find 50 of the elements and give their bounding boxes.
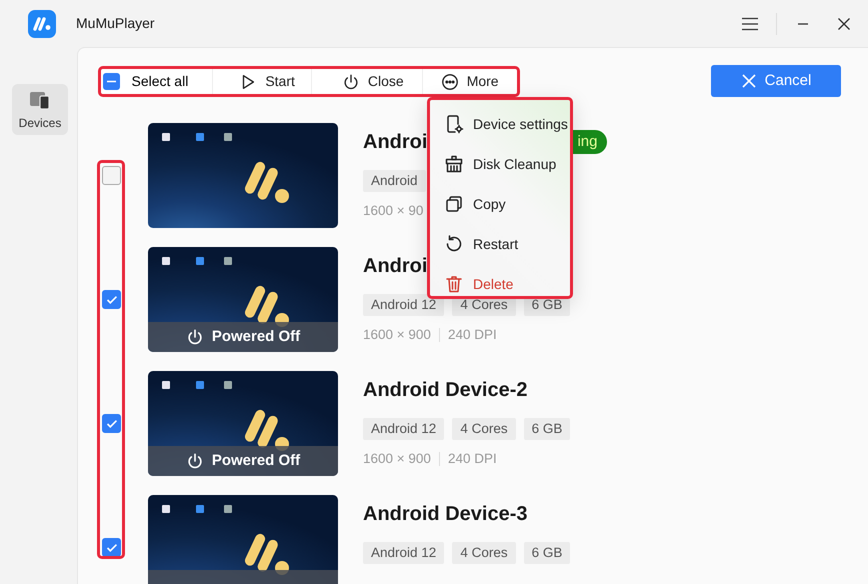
more-icon — [440, 72, 459, 90]
checkbox[interactable] — [102, 538, 121, 557]
check-icon — [106, 544, 116, 552]
device-title: Androi — [363, 130, 428, 155]
menu-item[interactable]: Restart — [430, 224, 570, 264]
spec-tag: 6 GB — [524, 418, 570, 440]
minus-icon — [106, 80, 117, 83]
checkbox[interactable] — [102, 290, 121, 309]
spec-text: 1600 × 90 — [363, 202, 424, 220]
trash-icon — [444, 274, 464, 294]
power-icon — [186, 328, 204, 346]
more-button[interactable]: More — [422, 69, 517, 94]
spec-text: 240 DPI — [448, 450, 497, 468]
spec-text: 1600 × 900 — [363, 450, 431, 468]
spec-tag: 4 Cores — [452, 542, 516, 564]
status-badge: ing — [573, 130, 608, 154]
restart-icon — [444, 234, 464, 254]
spec-tag: 4 Cores — [452, 418, 516, 440]
status-label: Powered Off — [212, 450, 300, 471]
status-label: Powered Off — [212, 326, 300, 347]
copy-icon — [444, 194, 464, 214]
spec-text: 1600 × 900 — [363, 326, 431, 344]
spec-text: 240 DPI — [448, 326, 497, 344]
close-button[interactable]: Close — [310, 69, 422, 94]
start-button[interactable]: Start — [212, 69, 311, 94]
menu-item[interactable]: Copy — [430, 184, 570, 224]
select-all-checkbox[interactable]: Select all — [101, 69, 212, 94]
spec-tag: Android 12 — [363, 418, 444, 440]
checkbox[interactable] — [102, 166, 121, 185]
devices-icon — [29, 90, 51, 110]
device-title: Android Device-2 — [363, 378, 528, 403]
app-logo — [28, 10, 56, 38]
menu-item[interactable]: Device settings — [430, 104, 570, 144]
spec-tag: Android — [363, 170, 426, 192]
window-title: MuMuPlayer — [76, 14, 155, 33]
spec-tag: Android 12 — [363, 542, 444, 564]
spec-tag: Android 12 — [363, 294, 444, 316]
menu-item[interactable]: Disk Cleanup — [430, 144, 570, 184]
power-icon — [186, 452, 204, 470]
power-icon — [342, 72, 360, 90]
device-title: Android Device-3 — [363, 502, 528, 527]
spec-tag: 6 GB — [524, 542, 570, 564]
close-icon — [740, 73, 757, 89]
device-title: Androi — [363, 254, 428, 279]
check-icon — [106, 296, 116, 304]
check-icon — [106, 420, 116, 428]
sidebar-item[interactable]: Devices — [12, 84, 68, 135]
checkbox[interactable] — [102, 414, 121, 433]
basket-icon — [444, 154, 464, 174]
cancel-button[interactable]: Cancel — [711, 65, 841, 97]
